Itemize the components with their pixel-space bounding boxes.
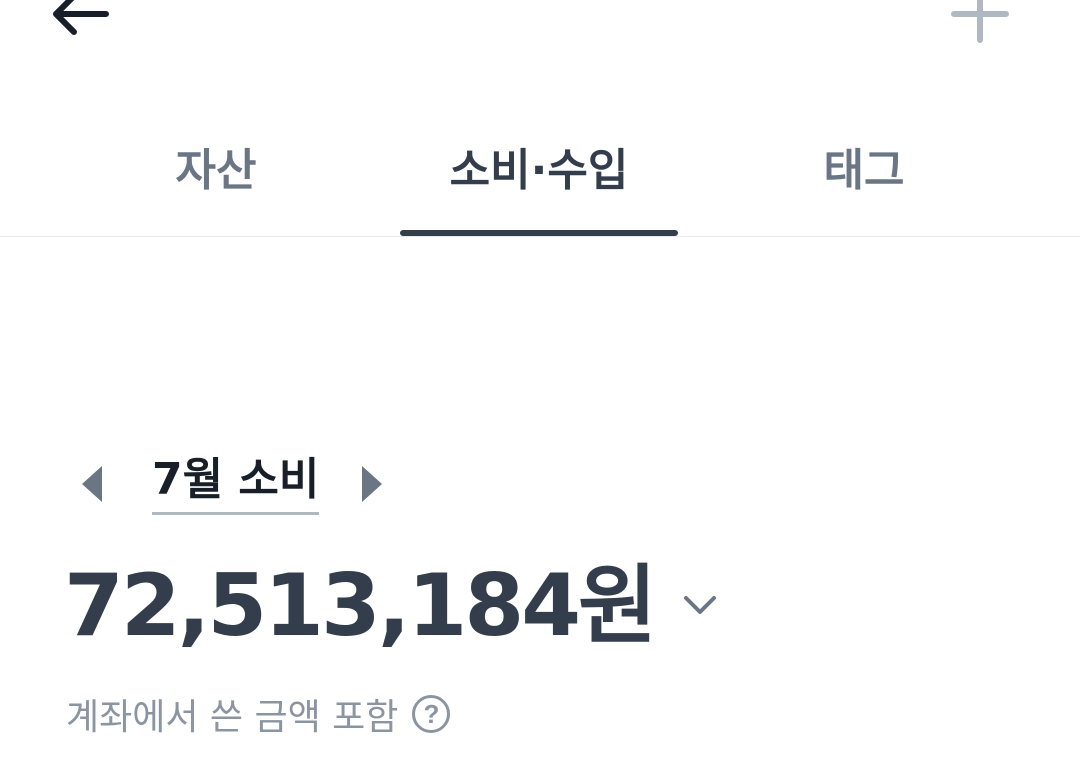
caret-left-icon <box>82 466 102 502</box>
total-amount: 72,513,184원 <box>64 556 657 656</box>
caret-right-icon <box>362 466 382 502</box>
top-bar <box>0 0 1080 80</box>
amount-note: 계좌에서 쓴 금액 포함 <box>66 697 399 738</box>
tab-tags[interactable]: 태그 <box>748 100 980 236</box>
tab-bar: 자산 소비·수입 태그 <box>0 100 1080 237</box>
active-tab-indicator <box>400 230 678 236</box>
previous-month-button[interactable] <box>68 460 116 508</box>
plus-icon <box>951 0 1009 43</box>
tab-assets[interactable]: 자산 <box>100 100 332 236</box>
tab-spending-income[interactable]: 소비·수입 <box>400 100 678 236</box>
arrow-left-icon <box>53 0 109 35</box>
amount-note-row: 계좌에서 쓴 금액 포함 ? <box>66 688 451 740</box>
next-month-button[interactable] <box>348 460 396 508</box>
month-title[interactable]: 7월 소비 <box>152 454 320 515</box>
month-selector: 7월 소비 <box>60 448 420 520</box>
add-button[interactable] <box>944 0 1016 48</box>
help-icon[interactable]: ? <box>412 695 451 733</box>
chevron-down-icon <box>684 596 717 614</box>
amount-dropdown-button[interactable] <box>680 586 720 626</box>
back-button[interactable] <box>44 0 116 48</box>
total-amount-row: 72,513,184원 <box>64 556 720 656</box>
